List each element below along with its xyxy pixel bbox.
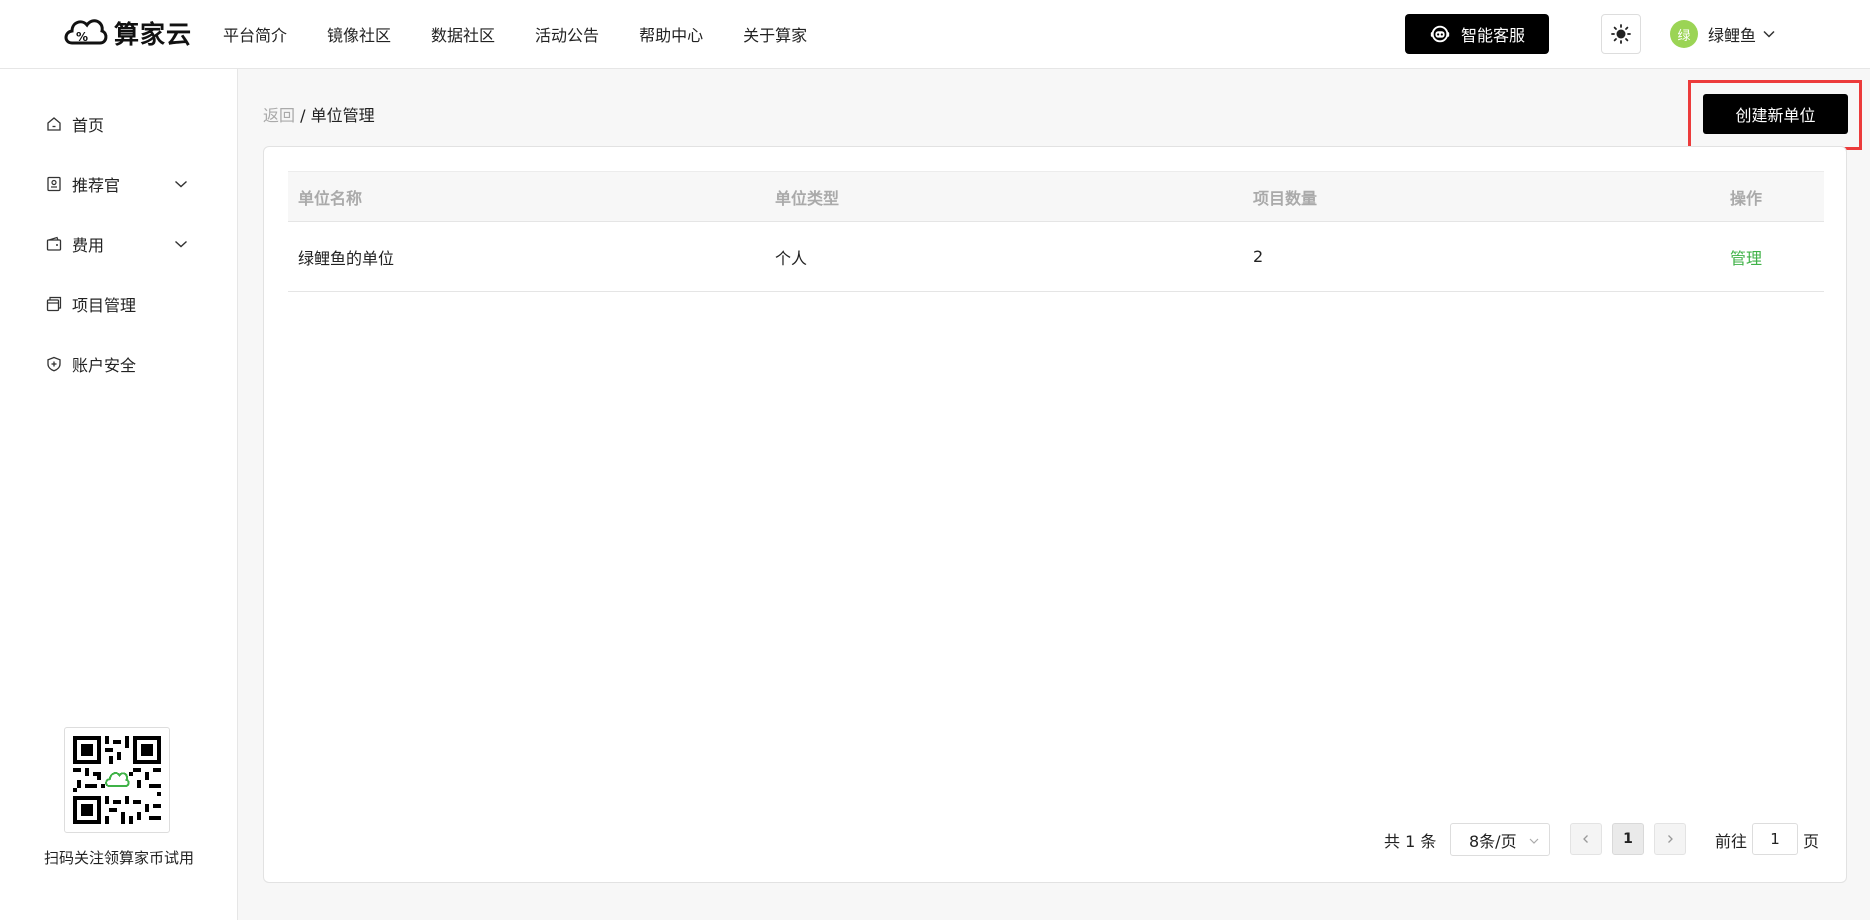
sidebar-item-label: 推荐官 xyxy=(72,176,121,195)
brand-name: 算家云 xyxy=(114,20,193,49)
smart-service-label: 智能客服 xyxy=(1460,26,1525,45)
manage-link[interactable]: 管理 xyxy=(1730,222,1762,291)
unit-type-cell: 个人 xyxy=(775,248,808,268)
top-header: % 算家云 平台简介 镜像社区 数据社区 活动公告 帮助中心 关于算家 智能客服 xyxy=(0,0,1870,69)
chevron-down-icon xyxy=(175,240,187,248)
avatar: 绿 xyxy=(1670,20,1698,48)
page-size-value: 8条/页 xyxy=(1469,831,1517,851)
prev-page-button[interactable] xyxy=(1570,823,1602,855)
badge-icon xyxy=(46,176,62,192)
user-menu[interactable]: 绿 绿鲤鱼 xyxy=(1670,20,1776,48)
sidebar-item-projects[interactable]: 项目管理 xyxy=(46,292,196,316)
column-header-name: 单位名称 xyxy=(298,188,363,208)
sidebar-item-label: 首页 xyxy=(72,116,105,135)
sidebar-item-label: 账户安全 xyxy=(72,356,137,375)
breadcrumb: 返回 / 单位管理 xyxy=(263,102,375,126)
page-size-select[interactable]: 8条/页 xyxy=(1450,823,1550,856)
page-suffix-label: 页 xyxy=(1803,831,1820,851)
sidebar-item-security[interactable]: 账户安全 xyxy=(46,352,196,376)
sidebar-item-referral[interactable]: 推荐官 xyxy=(46,172,196,196)
sun-icon xyxy=(1611,24,1631,44)
qr-caption: 扫码关注领算家币试用 xyxy=(43,849,194,867)
logo[interactable]: % 算家云 xyxy=(62,10,192,56)
sidebar-item-home[interactable]: 首页 xyxy=(46,112,196,136)
nav-item-image-community[interactable]: 镜像社区 xyxy=(327,22,391,46)
column-header-type: 单位类型 xyxy=(775,188,840,208)
column-header-count: 项目数量 xyxy=(1253,188,1318,208)
chevron-down-icon xyxy=(175,180,187,188)
user-name: 绿鲤鱼 xyxy=(1708,26,1757,45)
sidebar-item-label: 费用 xyxy=(72,236,105,255)
chevron-down-icon xyxy=(1529,838,1539,844)
smart-service-button[interactable]: 智能客服 xyxy=(1405,14,1549,54)
breadcrumb-current: 单位管理 xyxy=(310,106,375,125)
chevron-left-icon xyxy=(1583,835,1588,843)
nav-item-help[interactable]: 帮助中心 xyxy=(639,22,703,46)
chevron-right-icon xyxy=(1668,835,1673,843)
nav-item-announcements[interactable]: 活动公告 xyxy=(535,22,599,46)
breadcrumb-separator: / xyxy=(295,106,311,125)
pagination-total: 共 1 条 xyxy=(1384,831,1437,851)
goto-label: 前往 xyxy=(1715,831,1748,851)
nav-item-about[interactable]: 关于算家 xyxy=(743,22,807,46)
breadcrumb-back-link[interactable]: 返回 xyxy=(263,106,295,125)
wallet-icon xyxy=(46,236,62,252)
unit-name-cell: 绿鲤鱼的单位 xyxy=(298,248,395,268)
svg-text:%: % xyxy=(76,30,88,44)
theme-toggle-button[interactable] xyxy=(1601,14,1641,54)
qr-code xyxy=(64,727,170,833)
sidebar: 首页 推荐官 费用 项目管理 账户安全 扫码关注领算家币试用 xyxy=(0,69,238,920)
create-unit-button[interactable]: 创建新单位 xyxy=(1703,94,1848,134)
project-count-cell: 2 xyxy=(1253,247,1264,266)
shield-icon xyxy=(46,356,62,372)
chevron-down-icon xyxy=(1763,30,1775,38)
project-icon xyxy=(46,296,62,312)
goto-page-input[interactable] xyxy=(1752,823,1798,855)
nav-item-intro[interactable]: 平台简介 xyxy=(223,22,287,46)
cloud-logo-icon: % xyxy=(64,19,108,45)
top-nav: 平台简介 镜像社区 数据社区 活动公告 帮助中心 关于算家 xyxy=(223,0,847,68)
next-page-button[interactable] xyxy=(1654,823,1686,855)
robot-headset-icon xyxy=(1430,25,1450,43)
sidebar-item-billing[interactable]: 费用 xyxy=(46,232,196,256)
nav-item-data-community[interactable]: 数据社区 xyxy=(431,22,495,46)
units-table: 单位名称 单位类型 项目数量 操作 绿鲤鱼的单位 个人 2 管理 xyxy=(288,171,1824,292)
column-header-actions: 操作 xyxy=(1730,188,1763,208)
page-number-button[interactable]: 1 xyxy=(1612,823,1644,855)
sidebar-item-label: 项目管理 xyxy=(72,296,137,315)
units-panel: 单位名称 单位类型 项目数量 操作 绿鲤鱼的单位 个人 2 管理 xyxy=(263,146,1847,883)
table-row: 绿鲤鱼的单位 个人 2 管理 xyxy=(288,222,1824,292)
table-header: 单位名称 单位类型 项目数量 操作 xyxy=(288,171,1824,222)
home-icon xyxy=(46,116,62,132)
